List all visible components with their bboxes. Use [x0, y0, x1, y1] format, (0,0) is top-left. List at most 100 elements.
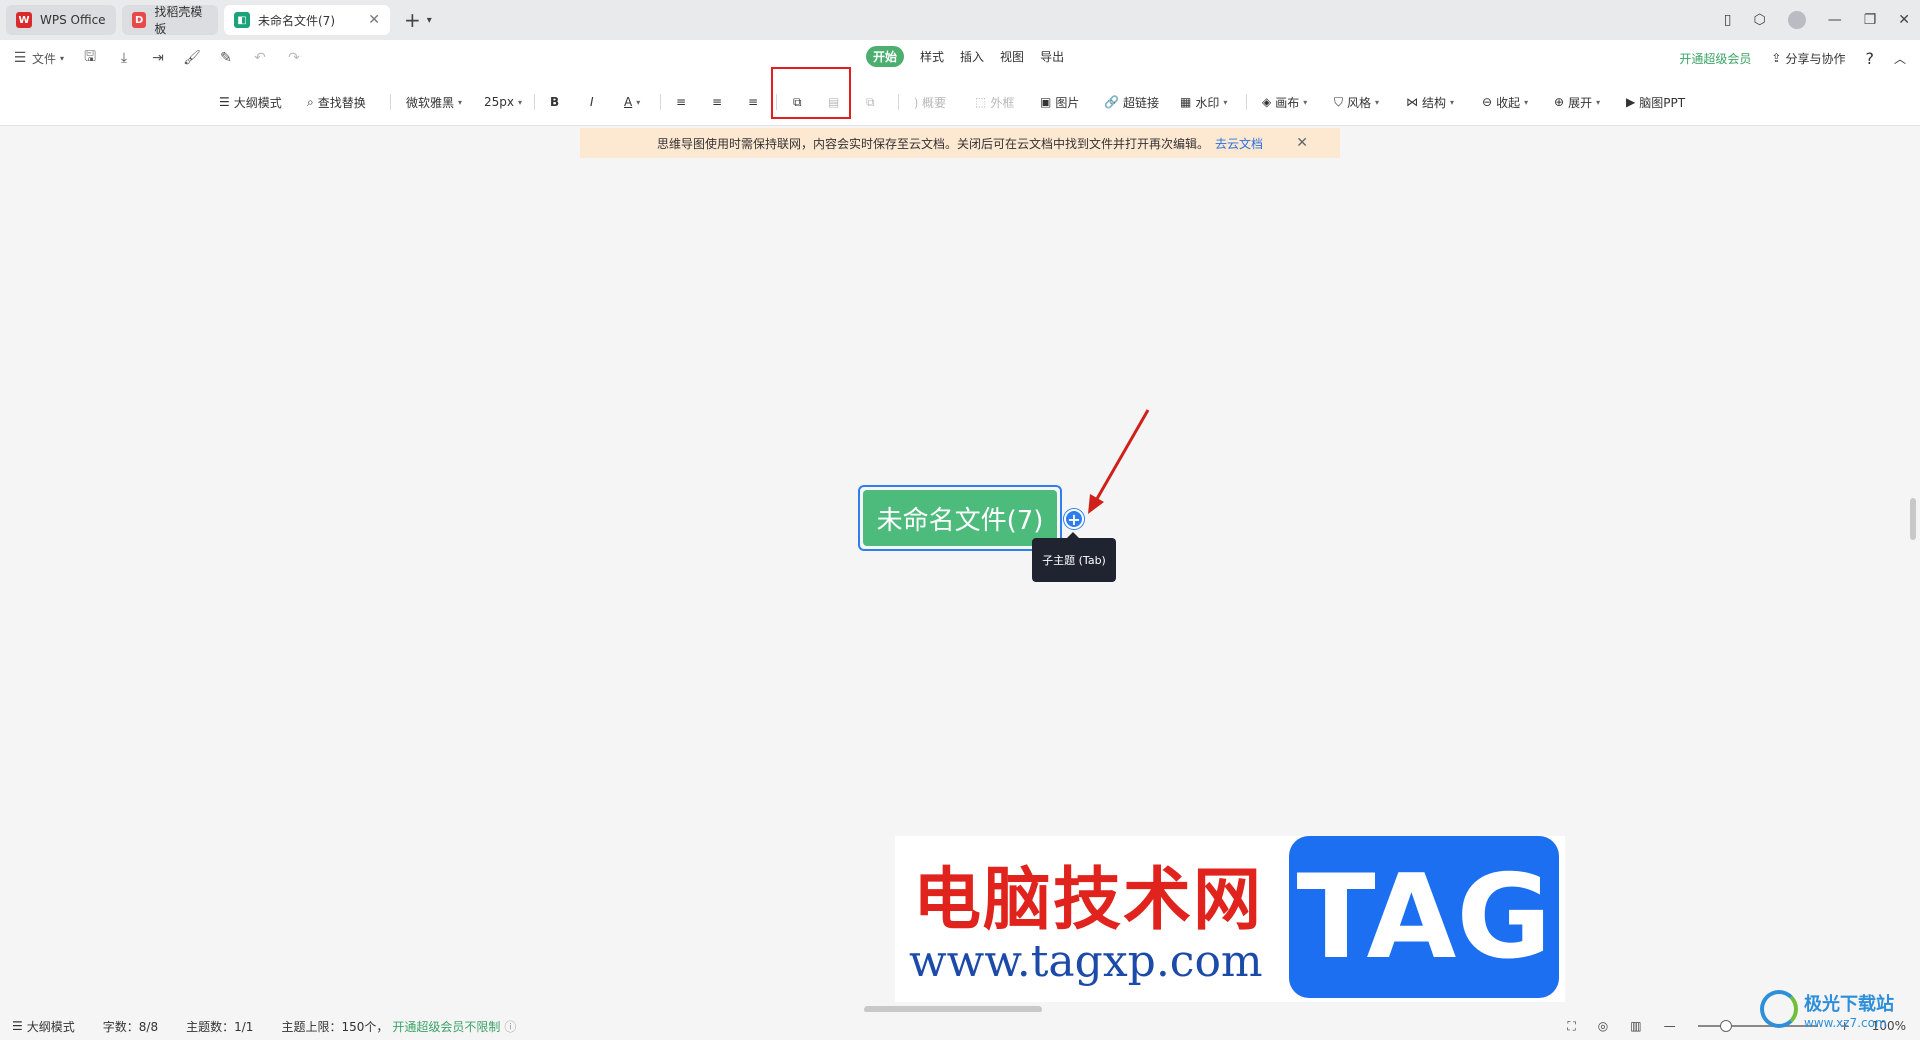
- style-label: 风格: [1347, 95, 1372, 110]
- watermark-cn-text: 电脑技术网: [913, 860, 1264, 940]
- plus-circle-icon: ⊕: [1554, 95, 1565, 109]
- layout-icon[interactable]: ▯: [1724, 12, 1732, 28]
- export-icon[interactable]: ⇥: [150, 50, 166, 66]
- status-bar: ☰ 大纲模式 字数：8/8 主题数：1/1 主题上限：150个， 开通超级会员不…: [0, 1012, 1920, 1040]
- parent-topic-icon: ⧉: [866, 94, 875, 109]
- mindmap-ppt-button[interactable]: ▶ 脑图PPT: [1626, 92, 1685, 112]
- locate-icon[interactable]: ◎: [1598, 1019, 1608, 1033]
- structure-label: 结构: [1422, 95, 1447, 110]
- close-window-icon[interactable]: ✕: [1898, 12, 1910, 28]
- hyperlink-button[interactable]: 🔗 超链接: [1104, 92, 1159, 112]
- hamburger-icon: ☰: [13, 50, 27, 66]
- vip-unlimited-link[interactable]: 开通超级会员不限制: [392, 1018, 500, 1035]
- save-icon[interactable]: 🖫: [82, 49, 98, 66]
- align-right-button[interactable]: ≡: [748, 92, 758, 112]
- align-right-icon: ≡: [748, 95, 759, 109]
- border-button[interactable]: ⬚ 外框: [975, 92, 1014, 112]
- zoom-slider-thumb[interactable]: [1719, 1020, 1732, 1032]
- brand-url: www.xz7.com: [1804, 1016, 1887, 1030]
- hyperlink-label: 超链接: [1122, 95, 1159, 110]
- close-notice-icon[interactable]: ✕: [1296, 135, 1308, 151]
- chevron-down-icon[interactable]: ▾: [427, 15, 432, 26]
- watermark-url: www.tagxp.com: [909, 936, 1263, 987]
- zoom-out-icon[interactable]: —: [1664, 1019, 1676, 1033]
- vip-button[interactable]: 开通超级会员: [1679, 50, 1751, 67]
- expand-button[interactable]: ⊕ 展开 ▾: [1554, 92, 1600, 112]
- edit-pen-icon[interactable]: ✎: [218, 50, 234, 66]
- find-replace-label: 查找替换: [317, 95, 366, 110]
- toolbar: ☰ 大纲模式 ⌕ 查找替换 微软雅黑 ▾ 25px ▾ B I A ▾ ≡ ≡ …: [0, 76, 1920, 126]
- font-size-select[interactable]: 25px ▾: [484, 92, 522, 112]
- help-icon[interactable]: ?: [1865, 49, 1874, 68]
- collapse-button[interactable]: ⊖ 收起 ▾: [1482, 92, 1528, 112]
- link-icon: 🔗: [1104, 95, 1119, 109]
- caret-down-icon: ▾: [518, 97, 523, 107]
- collapse-ribbon-icon[interactable]: ︿: [1894, 50, 1906, 67]
- tab-mindmap-file[interactable]: ◧ 未命名文件(7) ✕: [224, 5, 390, 35]
- collapse-label: 收起: [1496, 95, 1521, 110]
- undo-icon[interactable]: ↶: [252, 50, 268, 66]
- new-tab-button[interactable]: + ▾: [404, 8, 432, 32]
- divider: [1246, 94, 1247, 110]
- tab-view[interactable]: 视图: [1000, 48, 1024, 65]
- tab-export[interactable]: 导出: [1040, 48, 1064, 65]
- align-center-button[interactable]: ≡: [712, 92, 722, 112]
- canvas-button[interactable]: ◈ 画布 ▾: [1262, 92, 1307, 112]
- mindmap-ppt-label: 脑图PPT: [1639, 95, 1686, 110]
- minimize-icon[interactable]: —: [1828, 12, 1842, 28]
- avatar[interactable]: [1787, 11, 1806, 29]
- tab-wps-office[interactable]: W WPS Office: [6, 5, 116, 35]
- file-menu-button[interactable]: ☰ 文件 ▾: [12, 50, 64, 67]
- plus-icon: +: [1067, 509, 1081, 529]
- watermark-tag-logo: TAG: [1289, 836, 1559, 998]
- bold-button[interactable]: B: [550, 92, 559, 112]
- divider: [534, 94, 535, 110]
- close-tab-icon[interactable]: ✕: [368, 12, 380, 28]
- font-family-select[interactable]: 微软雅黑 ▾: [406, 92, 462, 112]
- tab-docer[interactable]: D 找稻壳模板: [122, 5, 218, 36]
- caret-down-icon: ▾: [1375, 97, 1380, 107]
- style-button[interactable]: ⛉ 风格 ▾: [1334, 92, 1379, 112]
- summary-brace-icon: ⟯: [914, 94, 918, 109]
- topic-limit-text: 主题上限：150个，: [281, 1019, 389, 1034]
- canvas-label: 画布: [1275, 95, 1300, 110]
- share-icon: ⇪: [1771, 51, 1782, 65]
- minus-circle-icon: ⊖: [1482, 95, 1493, 109]
- annotation-arrow-icon: [1088, 409, 1150, 514]
- font-color-button[interactable]: A ▾: [624, 92, 640, 112]
- share-button[interactable]: ⇪ 分享与协作: [1771, 50, 1845, 67]
- docer-logo-icon: D: [132, 12, 147, 28]
- structure-button[interactable]: ⋈ 结构 ▾: [1406, 92, 1454, 112]
- vertical-scrollbar[interactable]: [1910, 498, 1916, 540]
- aurora-logo-icon: [1760, 990, 1798, 1028]
- tab-start[interactable]: 开始: [866, 46, 905, 67]
- tab-insert[interactable]: 插入: [960, 48, 984, 65]
- status-outline-mode-button[interactable]: ☰ 大纲模式: [12, 1018, 75, 1035]
- align-left-icon: ≡: [676, 95, 687, 109]
- watermark-button[interactable]: ▦ 水印 ▾: [1180, 92, 1227, 112]
- root-topic-node[interactable]: 未命名文件(7): [863, 490, 1057, 546]
- summary-button[interactable]: ⟯ 概要: [914, 92, 946, 112]
- align-left-button[interactable]: ≡: [676, 92, 686, 112]
- find-replace-button[interactable]: ⌕ 查找替换: [307, 92, 366, 112]
- insert-parent-topic-button[interactable]: ⧉: [866, 92, 875, 112]
- italic-button[interactable]: I: [590, 92, 594, 112]
- align-center-icon: ≡: [712, 95, 723, 109]
- info-icon[interactable]: ⓘ: [504, 1018, 516, 1035]
- outline-mode-button[interactable]: ☰ 大纲模式: [219, 92, 282, 112]
- caret-down-icon: ▾: [458, 97, 463, 107]
- fit-screen-icon[interactable]: ⛶: [1567, 1019, 1575, 1034]
- chevron-down-icon: ▾: [60, 53, 65, 63]
- redo-icon[interactable]: ↷: [286, 50, 302, 66]
- font-color-label: A: [624, 95, 633, 109]
- download-icon[interactable]: ⤓: [116, 50, 132, 66]
- divider: [390, 94, 391, 110]
- tab-style[interactable]: 样式: [920, 48, 944, 65]
- image-button[interactable]: ▣ 图片: [1040, 92, 1079, 112]
- map-icon[interactable]: ▥: [1630, 1019, 1641, 1033]
- topic-count: 主题数：1/1: [186, 1019, 254, 1034]
- cube-icon[interactable]: ⬡: [1753, 12, 1765, 28]
- restore-icon[interactable]: ❐: [1864, 12, 1877, 28]
- go-cloud-docs-link[interactable]: 去云文档: [1215, 135, 1263, 152]
- format-painter-icon[interactable]: 🖌: [183, 50, 201, 66]
